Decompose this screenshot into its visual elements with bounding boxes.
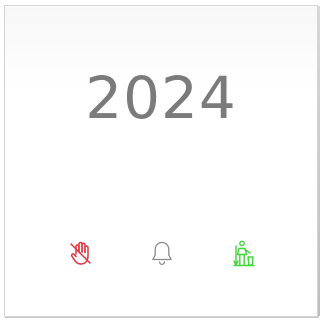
- icon-row: [5, 239, 317, 271]
- clean-room-icon[interactable]: [231, 239, 257, 267]
- do-not-disturb-hand-icon[interactable]: [68, 239, 94, 267]
- doorbell-icon[interactable]: [149, 239, 175, 267]
- switch-panel: 2024: [4, 5, 320, 317]
- year-display: 2024: [85, 64, 237, 132]
